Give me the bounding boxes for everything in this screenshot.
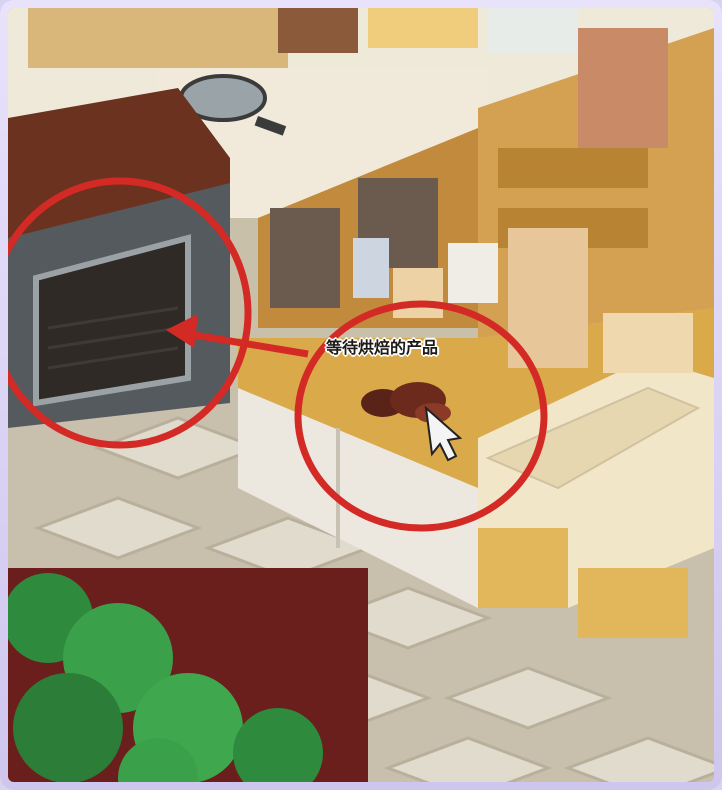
wall-item (278, 8, 358, 53)
paper-bag (448, 243, 498, 303)
jar (353, 238, 389, 298)
basket (578, 568, 688, 638)
wall-item (488, 8, 578, 53)
screenshot-frame: 等待烘焙的产品 (0, 0, 722, 790)
plants (8, 568, 368, 782)
flour-sack (578, 28, 668, 148)
cabinet-window (270, 208, 340, 308)
basket (478, 528, 568, 608)
game-scene: 等待烘焙的产品 (8, 8, 714, 782)
waiting-product-label: 等待烘焙的产品 (326, 338, 439, 357)
kitchen-scene (8, 8, 714, 782)
bread-loaves (603, 313, 693, 373)
drawer (498, 148, 648, 188)
wall-item (368, 8, 478, 48)
container (393, 268, 443, 318)
wall-shelf (28, 8, 288, 68)
